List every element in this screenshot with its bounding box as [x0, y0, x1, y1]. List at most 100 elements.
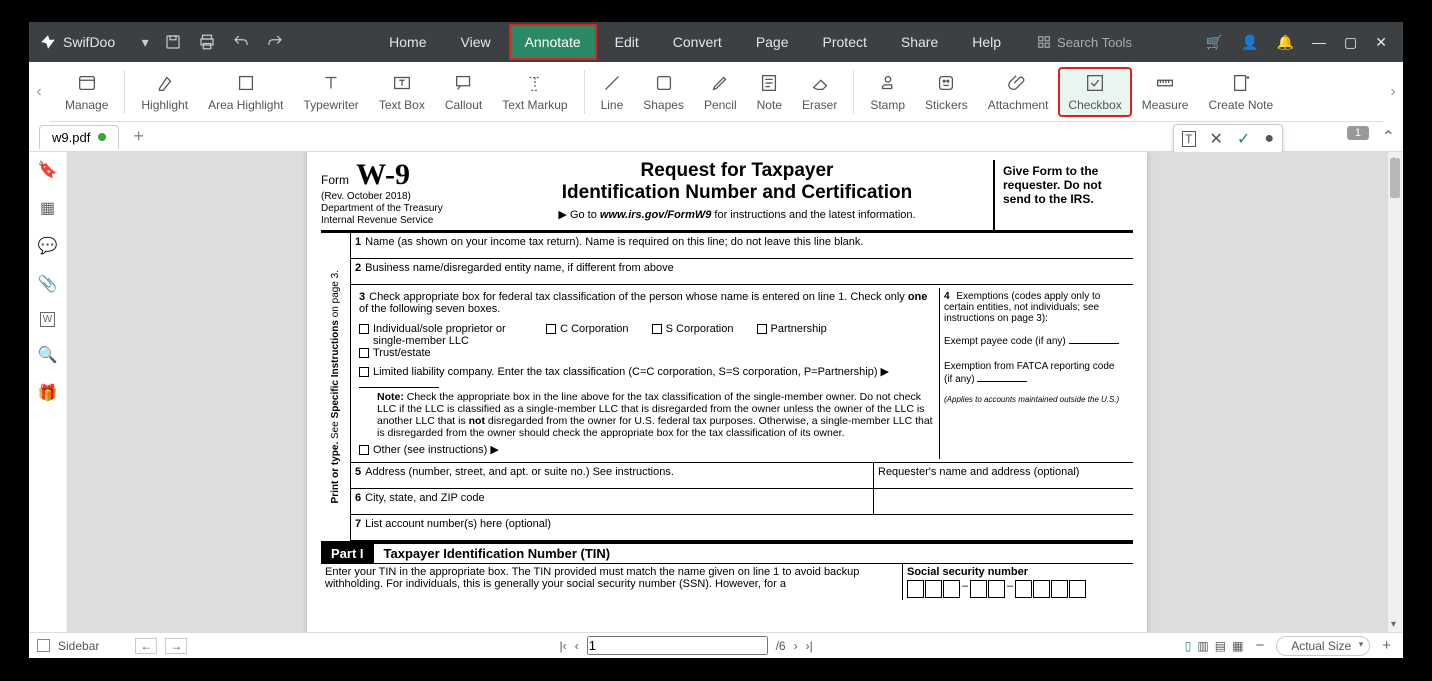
document-canvas[interactable]: Form W-9 (Rev. October 2018) Department …: [67, 152, 1387, 632]
tool-textbox[interactable]: Text Box: [369, 67, 435, 117]
document-tab[interactable]: w9.pdf: [39, 125, 119, 149]
sidebar-label[interactable]: Sidebar: [58, 639, 99, 653]
row-7: 7List account number(s) here (optional): [351, 515, 1133, 541]
minimize-button[interactable]: —: [1312, 34, 1326, 50]
page-input[interactable]: [587, 636, 768, 655]
menu-page[interactable]: Page: [740, 24, 805, 60]
search-tools-label: Search Tools: [1057, 35, 1132, 50]
zoom-select[interactable]: Actual Size: [1276, 636, 1370, 656]
page-total: /6: [776, 639, 786, 653]
view-grid-icon[interactable]: ▦: [1232, 639, 1243, 653]
user-icon[interactable]: 👤: [1241, 34, 1258, 51]
tab-filename: w9.pdf: [52, 130, 90, 145]
tool-create-note[interactable]: Create Note: [1198, 67, 1283, 117]
tool-eraser[interactable]: Eraser: [792, 67, 847, 117]
view-single-icon[interactable]: ▯: [1185, 639, 1192, 653]
menu-protect[interactable]: Protect: [807, 24, 883, 60]
part1-header: Part I Taxpayer Identification Number (T…: [321, 541, 1133, 564]
view-continuous-icon[interactable]: ▤: [1215, 639, 1226, 653]
attachments-icon[interactable]: 📎: [38, 274, 58, 294]
tool-checkbox[interactable]: Checkbox: [1058, 67, 1131, 117]
tool-text-markup[interactable]: Text Markup: [492, 67, 577, 117]
menu-help[interactable]: Help: [956, 24, 1017, 60]
add-tab-button[interactable]: +: [127, 126, 150, 147]
tool-callout[interactable]: Callout: [435, 67, 492, 117]
unsaved-dot-icon: [98, 133, 106, 141]
nav-forward-button[interactable]: →: [165, 638, 187, 654]
print-icon[interactable]: [197, 32, 217, 52]
search-tools[interactable]: Search Tools: [1037, 35, 1132, 50]
first-page-button[interactable]: |‹: [559, 639, 566, 653]
ribbon-scroll-left[interactable]: ‹: [29, 62, 49, 122]
page-count-badge: 1: [1347, 126, 1369, 140]
tool-highlight[interactable]: Highlight: [131, 67, 198, 117]
scrollbar-thumb[interactable]: [1390, 158, 1400, 198]
menu-share[interactable]: Share: [885, 24, 954, 60]
tool-manage[interactable]: Manage: [55, 67, 118, 117]
row-1: 1Name (as shown on your income tax retur…: [351, 233, 1133, 259]
nav-back-button[interactable]: ←: [135, 638, 157, 654]
menu-annotate[interactable]: Annotate: [509, 24, 597, 60]
tool-area-highlight[interactable]: Area Highlight: [198, 67, 293, 117]
dropdown-icon[interactable]: ▾: [135, 32, 155, 52]
thumbnails-icon[interactable]: ▦: [40, 198, 55, 218]
menu-home[interactable]: Home: [373, 24, 442, 60]
tool-stickers[interactable]: Stickers: [915, 67, 978, 117]
form-irs: Internal Revenue Service: [321, 215, 433, 226]
tool-note[interactable]: Note: [747, 67, 792, 117]
next-page-button[interactable]: ›: [794, 639, 798, 653]
form-dept: Department of the Treasury: [321, 203, 443, 214]
cb-text-icon[interactable]: T: [1182, 131, 1195, 147]
cb-check-icon[interactable]: ✓: [1237, 129, 1250, 149]
ribbon-scroll-right[interactable]: ›: [1383, 62, 1403, 122]
tool-shapes[interactable]: Shapes: [633, 67, 694, 117]
tool-stamp[interactable]: Stamp: [860, 67, 915, 117]
prev-page-button[interactable]: ‹: [575, 639, 579, 653]
side-instructions: Print or type. See Specific Instructions…: [321, 233, 351, 541]
bookmark-icon[interactable]: 🔖: [38, 160, 58, 180]
comments-icon[interactable]: 💬: [38, 236, 58, 256]
form-name: W-9: [356, 158, 410, 191]
bell-icon[interactable]: 🔔: [1277, 34, 1294, 51]
cb-dot-icon[interactable]: ●: [1264, 130, 1274, 148]
row-2: 2Business name/disregarded entity name, …: [351, 259, 1133, 285]
row-5: 5Address (number, street, and apt. or su…: [351, 463, 873, 488]
form-title1: Request for Taxpayer: [487, 160, 987, 182]
form-label: Form: [321, 173, 349, 187]
row-6: 6City, state, and ZIP code: [351, 489, 873, 514]
tin-text: Enter your TIN in the appropriate box. T…: [321, 564, 903, 600]
pdf-page: Form W-9 (Rev. October 2018) Department …: [307, 152, 1147, 632]
view-facing-icon[interactable]: ▥: [1197, 639, 1208, 653]
save-icon[interactable]: [163, 32, 183, 52]
cart-icon[interactable]: 🛒: [1206, 34, 1223, 51]
row-3: 3Check appropriate box for federal tax c…: [355, 288, 939, 459]
checkbox-options-popup: T ✕ ✓ ●: [1173, 124, 1283, 154]
tool-measure[interactable]: Measure: [1132, 67, 1199, 117]
sidebar-toggle-icon[interactable]: [37, 639, 50, 652]
zoom-out-button[interactable]: −: [1251, 637, 1268, 654]
maximize-button[interactable]: ▢: [1344, 34, 1357, 51]
word-icon[interactable]: W: [40, 312, 55, 327]
close-button[interactable]: ✕: [1375, 34, 1387, 51]
redo-icon[interactable]: [265, 32, 285, 52]
tool-typewriter[interactable]: Typewriter: [293, 67, 368, 117]
menu-convert[interactable]: Convert: [657, 24, 738, 60]
last-page-button[interactable]: ›|: [806, 639, 813, 653]
main-menu: Home View Annotate Edit Convert Page Pro…: [373, 24, 1017, 60]
tool-line[interactable]: Line: [591, 67, 634, 117]
vertical-scrollbar[interactable]: ▴ ▾: [1387, 152, 1403, 632]
form-title2: Identification Number and Certification: [487, 182, 987, 204]
app-name: SwifDoo: [63, 34, 115, 50]
search-icon[interactable]: 🔍: [38, 345, 58, 365]
ssn-section: Social security number – –: [903, 564, 1133, 600]
form-rev: (Rev. October 2018): [321, 191, 411, 202]
collapse-ribbon-icon[interactable]: ⌃: [1382, 127, 1395, 147]
cb-cross-icon[interactable]: ✕: [1210, 129, 1223, 149]
tool-attachment[interactable]: Attachment: [978, 67, 1059, 117]
menu-view[interactable]: View: [445, 24, 507, 60]
undo-icon[interactable]: [231, 32, 251, 52]
gift-icon[interactable]: 🎁: [38, 383, 58, 403]
tool-pencil[interactable]: Pencil: [694, 67, 747, 117]
menu-edit[interactable]: Edit: [599, 24, 655, 60]
zoom-in-button[interactable]: +: [1378, 637, 1395, 654]
